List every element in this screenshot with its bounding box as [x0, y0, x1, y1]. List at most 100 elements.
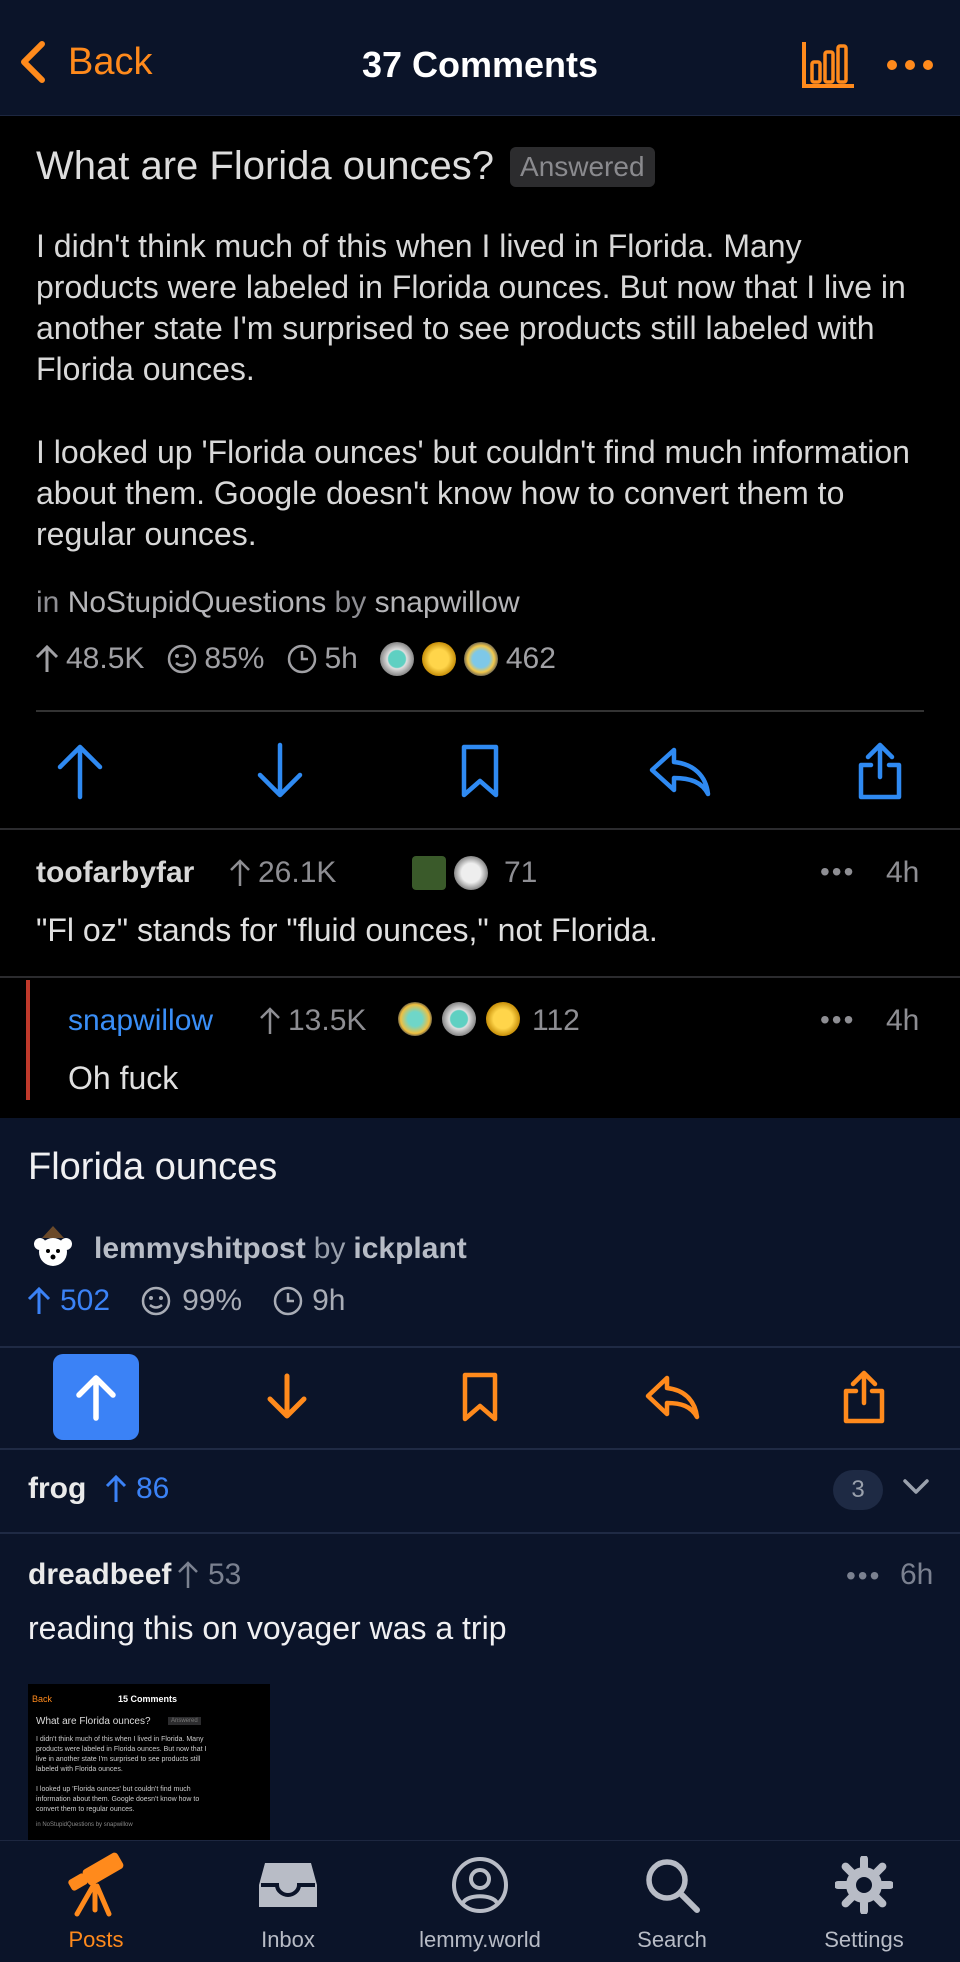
- comment-author[interactable]: dreadbeef: [28, 1558, 171, 1592]
- community-avatar-icon[interactable]: [28, 1224, 78, 1274]
- bookmark-icon: [445, 736, 515, 806]
- embedded-author: snapwillow: [374, 586, 520, 619]
- award-icon: [421, 642, 456, 676]
- reply-icon: [645, 1375, 700, 1420]
- award-icon: [372, 856, 406, 890]
- comment-more-icon[interactable]: •••: [846, 1560, 881, 1592]
- comment-text: Oh fuck: [68, 1060, 179, 1096]
- comment-author[interactable]: frog: [28, 1472, 86, 1506]
- tab-settings[interactable]: Settings: [784, 1849, 944, 1953]
- thumb-badge: Answered: [168, 1717, 201, 1725]
- inbox-icon: [259, 1863, 317, 1907]
- tab-label: Posts: [68, 1927, 124, 1952]
- score-value: 26.1K: [258, 856, 337, 889]
- downvote-button[interactable]: [252, 1362, 322, 1432]
- thumb-line: I looked up 'Florida ounces' but couldn'…: [36, 1786, 191, 1793]
- reply-depth-bar: [26, 980, 30, 1100]
- save-button[interactable]: [445, 1362, 515, 1432]
- downvote-icon: [245, 736, 315, 806]
- thumb-line: convert them to regular ounces.: [36, 1806, 135, 1813]
- thumb-line: products were labeled in Florida ounces.…: [36, 1746, 207, 1753]
- reply-icon: [645, 736, 715, 806]
- divider: [0, 1346, 960, 1348]
- chevron-down-icon[interactable]: [902, 1478, 930, 1496]
- arrow-up-icon: [105, 1474, 127, 1502]
- meta-by: by: [334, 586, 367, 619]
- comment-time: 6h: [900, 1558, 934, 1591]
- arrow-down-icon: [267, 1373, 307, 1419]
- award-icon: [463, 642, 498, 676]
- post-score: 502: [26, 1284, 110, 1318]
- comment-text: "Fl oz" stands for "fluid ounces," not F…: [36, 912, 658, 948]
- comment-text: reading this on voyager was a trip: [28, 1610, 507, 1646]
- gear-icon: [835, 1856, 893, 1914]
- by-label: by: [313, 1232, 346, 1265]
- upvote-button[interactable]: [53, 1354, 139, 1440]
- smiley-icon: [168, 644, 197, 674]
- tab-label: Search: [637, 1927, 707, 1952]
- account-icon: [452, 1857, 508, 1913]
- comment-score: 26.1K: [228, 856, 336, 890]
- ratio-value: 85%: [204, 642, 265, 675]
- body-paragraph: I looked up 'Florida ounces' but couldn'…: [36, 434, 910, 552]
- comment-time: 4h: [886, 856, 920, 889]
- body-paragraph: I didn't think much of this when I lived…: [36, 228, 906, 387]
- award-icon: [454, 856, 488, 890]
- thumb-back: Back: [32, 1694, 53, 1704]
- chart-icon[interactable]: [802, 40, 856, 90]
- thumb-line: I didn't think much of this when I lived…: [36, 1736, 204, 1743]
- more-options-icon[interactable]: [886, 52, 934, 78]
- thumb-line: information about them. Google doesn't k…: [36, 1796, 200, 1803]
- tab-search[interactable]: Search: [592, 1849, 752, 1953]
- post-age: 9h: [272, 1284, 345, 1318]
- search-icon: [646, 1859, 700, 1913]
- tab-label: Settings: [824, 1927, 904, 1952]
- tab-posts[interactable]: Posts: [16, 1849, 176, 1953]
- thumb-line: labeled with Florida ounces.: [36, 1766, 123, 1773]
- arrow-up-icon: [230, 859, 250, 886]
- navigation-bar: Back 37 Comments: [0, 0, 960, 116]
- award-icon: [442, 1002, 476, 1036]
- post-meta: lemmyshitpost by ickplant: [28, 1224, 467, 1274]
- clock-icon: [288, 644, 317, 674]
- embedded-ratio: 85%: [166, 642, 264, 676]
- share-button[interactable]: [829, 1362, 899, 1432]
- tab-account[interactable]: lemmy.world: [400, 1849, 560, 1953]
- awards-count: 112: [532, 1004, 580, 1037]
- score-value: 53: [208, 1558, 242, 1591]
- upvote-icon: [45, 736, 115, 806]
- comment-more-icon: •••: [820, 1004, 856, 1035]
- awards-count: 71: [504, 856, 538, 889]
- arrow-up-icon: [35, 644, 59, 672]
- author-link[interactable]: ickplant: [353, 1232, 466, 1266]
- ratio-value: 99%: [182, 1284, 243, 1317]
- post-ratio: 99%: [140, 1284, 242, 1318]
- comment-more-icon: •••: [820, 856, 856, 887]
- thumb-line: live in another state I'm surprised to s…: [36, 1756, 201, 1763]
- arrow-up-icon: [260, 1007, 280, 1034]
- post-title: Florida ounces: [28, 1146, 278, 1188]
- embedded-post-title: What are Florida ounces? Answered: [36, 144, 655, 189]
- collapsed-comment[interactable]: frog 86 3: [0, 1450, 960, 1534]
- divider: [0, 828, 960, 830]
- score-value: 13.5K: [288, 1004, 367, 1037]
- comment-score: 53: [176, 1558, 241, 1592]
- award-icon: [379, 642, 414, 676]
- age-value: 9h: [312, 1284, 346, 1317]
- community-link[interactable]: lemmyshitpost: [94, 1232, 306, 1266]
- thumb-post-title: What are Florida ounces?: [36, 1716, 151, 1727]
- divider: [0, 976, 960, 978]
- tab-bar: Posts Inbox lemmy.world Search Settings: [0, 1840, 960, 1962]
- reply-button[interactable]: [638, 1362, 708, 1432]
- comment-score: 13.5K: [258, 1004, 366, 1038]
- comment-image-thumbnail[interactable]: Back 15 Comments What are Florida ounces…: [28, 1684, 270, 1840]
- tab-inbox[interactable]: Inbox: [208, 1849, 368, 1953]
- awards-count: 462: [505, 642, 556, 675]
- embedded-score: 48.5K: [34, 642, 144, 676]
- arrow-up-icon: [27, 1286, 51, 1314]
- embedded-action-row: [0, 736, 960, 836]
- post-image[interactable]: What are Florida ounces? Answered I didn…: [0, 116, 960, 1118]
- tab-label: Inbox: [261, 1927, 315, 1952]
- meta-in: in: [36, 586, 60, 619]
- embedded-title-text: What are Florida ounces?: [36, 144, 495, 188]
